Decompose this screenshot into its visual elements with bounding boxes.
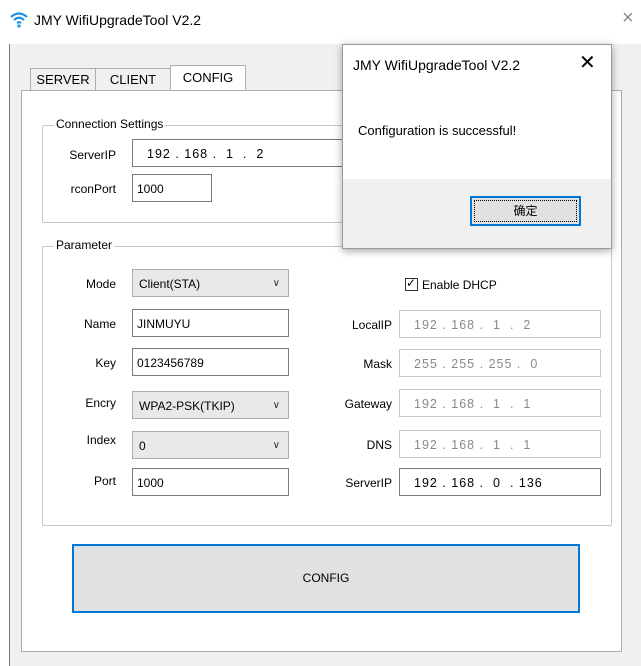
success-dialog: JMY WifiUpgradeTool V2.2 ✕ Configuration… — [342, 44, 612, 249]
server-ip-label: ServerIP — [69, 148, 116, 162]
serverip-field[interactable]: 192 . 168 . 0 . 136 — [399, 468, 601, 496]
connection-settings-title: Connection Settings — [54, 117, 166, 131]
gateway-field: 192 . 168 . 1 . 1 — [399, 389, 601, 417]
tab-server[interactable]: SERVER — [30, 68, 96, 91]
mask-label: Mask — [363, 357, 392, 371]
window-close-button[interactable]: × — [622, 8, 634, 28]
rcon-port-field[interactable]: 1000 — [132, 174, 212, 202]
parameter-title: Parameter — [54, 238, 115, 252]
gateway-label: Gateway — [344, 397, 392, 411]
dialog-message: Configuration is successful! — [358, 123, 517, 138]
check-icon: ✓ — [406, 276, 417, 290]
tab-client[interactable]: CLIENT — [95, 68, 171, 91]
server-ip-field[interactable]: 192 . 168 . 1 . 2 — [132, 139, 352, 167]
wifi-icon — [10, 12, 28, 28]
enable-dhcp-checkbox[interactable]: ✓ — [405, 276, 418, 291]
enable-dhcp-label: Enable DHCP — [422, 278, 497, 292]
tab-config[interactable]: CONFIG — [170, 65, 246, 91]
dialog-footer: 确定 — [343, 179, 611, 248]
localip-label: LocalIP — [351, 318, 392, 332]
encry-select[interactable]: WPA2-PSK(TKIP) ∨ — [132, 391, 289, 419]
dns-field: 192 . 168 . 1 . 1 — [399, 430, 601, 458]
mask-field: 255 . 255 . 255 . 0 — [399, 349, 601, 377]
name-label: Name — [83, 317, 116, 331]
rcon-port-label: rconPort — [70, 182, 116, 196]
chevron-down-icon: ∨ — [272, 440, 280, 451]
serverip-label: ServerIP — [345, 476, 392, 490]
ok-button[interactable]: 确定 — [470, 196, 581, 226]
key-label: Key — [95, 356, 116, 370]
localip-field: 192 . 168 . 1 . 2 — [399, 310, 601, 338]
title-bar: JMY WifiUpgradeTool V2.2 × — [0, 0, 641, 40]
name-field[interactable]: JINMUYU — [132, 309, 289, 337]
index-label: Index — [86, 433, 116, 447]
dialog-title: JMY WifiUpgradeTool V2.2 — [353, 57, 521, 73]
chevron-down-icon: ∨ — [272, 400, 280, 411]
mode-label: Mode — [85, 277, 116, 291]
config-button[interactable]: CONFIG — [72, 544, 580, 613]
mode-select[interactable]: Client(STA) ∨ — [132, 269, 289, 297]
chevron-down-icon: ∨ — [272, 278, 280, 289]
index-select[interactable]: 0 ∨ — [132, 431, 289, 459]
encry-label: Encry — [85, 396, 116, 410]
key-field[interactable]: 0123456789 — [132, 348, 289, 376]
dialog-close-button[interactable]: ✕ — [579, 53, 596, 73]
port-label: Port — [93, 474, 116, 488]
window-title: JMY WifiUpgradeTool V2.2 — [34, 12, 202, 28]
dns-label: DNS — [366, 438, 392, 452]
port-field[interactable]: 1000 — [132, 468, 289, 496]
main-window: JMY WifiUpgradeTool V2.2 × SERVER CLIENT… — [0, 0, 641, 666]
